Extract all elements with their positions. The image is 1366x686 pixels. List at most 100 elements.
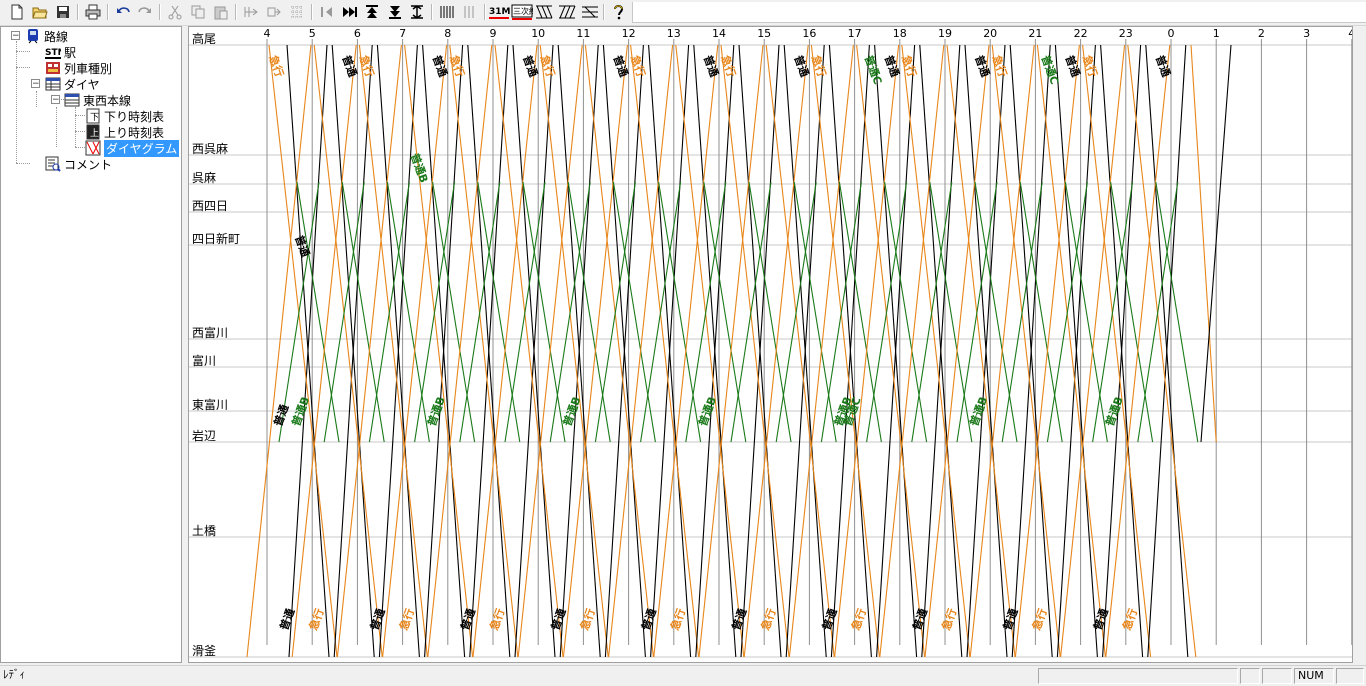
train-label: 普通 (909, 607, 930, 632)
timetable-icon (45, 77, 61, 91)
train-label: 普通 (1000, 607, 1021, 632)
hour-label: 22 (1074, 27, 1088, 40)
hour-label: 18 (893, 27, 907, 40)
undo-icon (117, 7, 130, 13)
local-b-train (1155, 181, 1199, 443)
local-up-train (559, 44, 599, 658)
train-diagram-canvas: 高尾西呉麻呉麻西四日四日新町西富川富川東富川岩辺土橋滑釜4 5 6 7 8 9 10 11 12… (189, 27, 1352, 658)
print-icon (85, 4, 101, 20)
svg-text:STN: STN (45, 48, 61, 58)
tree-node-route[interactable]: 路線 (25, 28, 68, 44)
hour-label: 21 (1028, 27, 1042, 40)
local-b-train (477, 181, 521, 443)
local-b-train (386, 181, 430, 443)
top-station-button[interactable] (361, 2, 383, 22)
station-label: 滑釜 (192, 643, 216, 658)
show-down-button[interactable] (533, 2, 555, 22)
tree-collapse-toggle-dia[interactable]: − (31, 79, 40, 89)
tree-node-down-timetable[interactable]: 下 下り時刻表 (85, 108, 164, 124)
train-label: 急行 (357, 53, 378, 78)
tree-label-dia: ダイヤ (64, 77, 100, 92)
train-diagram-view[interactable]: 高尾 西呉麻 呉麻 西四日 四日新町 西富川 富川 東富川 岩辺 土橋 滑釜 4 5 6 7 8 9 10 11 12… (188, 26, 1353, 663)
station-lines-icon (582, 6, 598, 18)
paste-button[interactable] (210, 2, 232, 22)
local-up-train (378, 44, 418, 658)
up-trains-icon (559, 5, 576, 19)
time-scale-button[interactable]: 31M (487, 2, 511, 22)
show-up-button[interactable] (556, 2, 578, 22)
train-label: 急行 (396, 607, 417, 632)
save-button[interactable] (52, 2, 74, 22)
hour-label: 5 (309, 27, 316, 40)
train-label: 普通 (819, 607, 840, 632)
tree-node-diagram[interactable]: ダイヤグラム (85, 139, 180, 157)
train-front-icon (28, 29, 38, 44)
center-station-button[interactable] (406, 2, 428, 22)
local-up-train (333, 44, 373, 658)
redo-icon (138, 7, 151, 13)
tree-node-comment[interactable]: コメント (45, 156, 112, 172)
tree-node-up-timetable[interactable]: 上 上り時刻表 (85, 124, 164, 140)
tree-node-dia[interactable]: ダイヤ (45, 76, 100, 92)
local-b-train (793, 181, 837, 443)
train-label: 普通B (408, 151, 432, 184)
tree-node-line[interactable]: 東西本線 (64, 92, 131, 108)
first-train-button[interactable] (316, 2, 338, 22)
train-label: 急行 (487, 607, 508, 632)
insert-train-icon (244, 7, 258, 17)
hour-label: 8 (444, 27, 451, 40)
bottom-station-button[interactable] (384, 2, 406, 22)
train-label: 普通 (1090, 607, 1111, 632)
station-scale-button[interactable]: 三次線 (510, 2, 534, 22)
train-label: 急行 (758, 607, 779, 632)
local-up-train (785, 44, 825, 658)
undo-button[interactable] (112, 2, 134, 22)
vertical-scrollbar[interactable] (1353, 26, 1366, 663)
move-bottom-icon (389, 6, 401, 19)
copy-button[interactable] (187, 2, 209, 22)
move-train-button[interactable] (263, 2, 285, 22)
hour-label: 7 (399, 27, 406, 40)
minute-lines-button[interactable] (459, 2, 481, 22)
insert-train-button[interactable] (240, 2, 262, 22)
tree-node-train-types[interactable]: 列車種別 (45, 60, 112, 76)
move-top-icon (366, 5, 378, 18)
station-scale-icon: 三次線 (511, 4, 533, 20)
help-button[interactable] (607, 2, 629, 22)
train-label: 急行 (306, 607, 327, 632)
cut-icon (168, 5, 182, 20)
train-label: 急行 (1119, 607, 1140, 632)
tree-node-station[interactable]: STN 駅 (45, 44, 76, 60)
local-b-train (658, 181, 702, 443)
train-label: 急行 (537, 53, 558, 78)
local-b-train (748, 181, 792, 443)
minute-lines-icon (464, 6, 474, 18)
status-num: NUM (1294, 668, 1334, 684)
open-folder-button[interactable] (29, 2, 51, 22)
paste-icon (214, 6, 228, 20)
skip-first-icon (321, 7, 332, 17)
cut-button[interactable] (164, 2, 186, 22)
station-label: 西富川 (192, 325, 228, 340)
new-file-button[interactable] (6, 2, 28, 22)
tree-collapse-toggle[interactable]: − (11, 31, 20, 41)
hour-label: 20 (983, 27, 997, 40)
hour-lines-button[interactable] (436, 2, 458, 22)
train-label: 急行 (989, 53, 1010, 78)
local-up-train (876, 44, 916, 658)
station-label: 高尾 (192, 31, 216, 46)
hour-label: 17 (848, 27, 862, 40)
show-stations-button[interactable] (579, 2, 601, 22)
station-label: 富川 (192, 353, 216, 368)
grid-button[interactable] (286, 2, 308, 22)
local-up-train (288, 44, 328, 658)
redo-button[interactable] (134, 2, 156, 22)
tree-collapse-toggle-line[interactable]: − (51, 95, 60, 105)
local-up-train (469, 44, 509, 658)
local-up-train (604, 44, 644, 658)
last-train-button[interactable] (339, 2, 361, 22)
up-timetable-icon: 上 (86, 124, 100, 140)
print-button[interactable] (82, 2, 104, 22)
hour-label: 3 (1303, 27, 1310, 40)
down-timetable-icon: 下 (86, 108, 100, 124)
